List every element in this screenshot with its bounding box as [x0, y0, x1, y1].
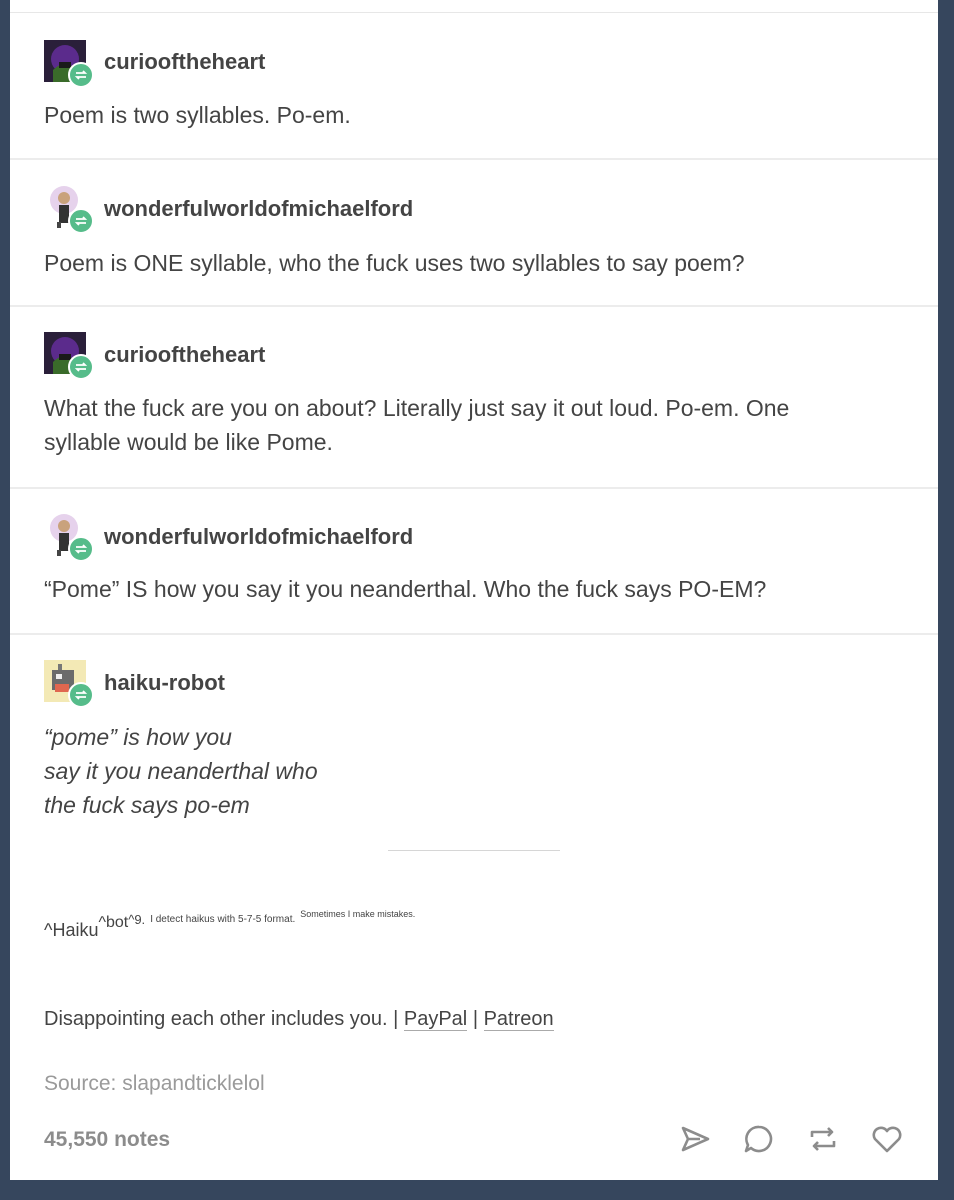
post-text: “Pome” IS how you say it you neanderthal… [44, 576, 767, 602]
avatar[interactable] [44, 186, 94, 234]
paypal-link[interactable]: PayPal [403, 1008, 468, 1031]
reblog-badge-icon [68, 682, 94, 708]
avatar[interactable] [44, 660, 94, 708]
reblog-icon[interactable] [806, 1122, 840, 1156]
bot-sig-part: ^9. [128, 912, 146, 927]
share-icon[interactable] [678, 1122, 712, 1156]
comment-icon[interactable] [742, 1122, 776, 1156]
bot-sig-part: Sometimes I make mistakes. [300, 909, 416, 919]
post-actions [678, 1122, 904, 1156]
patreon-link[interactable]: Patreon [483, 1008, 554, 1031]
post-text: Poem is ONE syllable, who the fuck uses … [44, 250, 745, 276]
bot-links: Disappointing each other includes you. |… [44, 1008, 554, 1031]
haiku-line: say it you neanderthal who [44, 758, 318, 784]
bot-sig-part: ^Haiku [44, 920, 99, 940]
post-text-line: What the fuck are you on about? Literall… [44, 395, 790, 421]
haiku-text: “pome” is how you say it you neanderthal… [44, 720, 848, 822]
source-link[interactable]: Source: slapandticklelol [44, 1072, 265, 1096]
post-card: curiooftheheart Poem is two syllables. P… [10, 0, 938, 1180]
separator-rule [388, 850, 560, 851]
reblog-badge-icon [68, 536, 94, 562]
bot-sig-part: I detect haikus with 5-7-5 format. [150, 914, 296, 925]
reblog-badge-icon [68, 208, 94, 234]
username[interactable]: wonderfulworldofmichaelford [104, 524, 413, 550]
bot-links-text: Disappointing each other includes you. | [44, 1008, 399, 1030]
avatar[interactable] [44, 40, 94, 88]
divider [10, 305, 938, 307]
bot-signature: ^Haiku^bot^9. I detect haikus with 5-7-5… [44, 909, 415, 941]
bot-links-sep: | [472, 1008, 479, 1030]
post-text: Poem is two syllables. Po-em. [44, 102, 351, 128]
divider [10, 487, 938, 489]
avatar[interactable] [44, 514, 94, 562]
haiku-line: “pome” is how you [44, 724, 232, 750]
divider [10, 633, 938, 635]
reblog-badge-icon [68, 354, 94, 380]
bot-sig-part: ^bot [98, 914, 129, 931]
haiku-line: the fuck says po-em [44, 792, 250, 818]
post-text-line: syllable would be like Pome. [44, 429, 333, 455]
avatar[interactable] [44, 332, 94, 380]
notes-count[interactable]: 45,550 notes [44, 1128, 170, 1152]
divider [10, 158, 938, 160]
username[interactable]: haiku-robot [104, 670, 225, 696]
username[interactable]: curiooftheheart [104, 49, 265, 75]
username[interactable]: curiooftheheart [104, 342, 265, 368]
reblog-badge-icon [68, 62, 94, 88]
heart-icon[interactable] [870, 1122, 904, 1156]
post-text: What the fuck are you on about? Literall… [44, 391, 848, 459]
username[interactable]: wonderfulworldofmichaelford [104, 196, 413, 222]
top-divider [10, 12, 938, 13]
